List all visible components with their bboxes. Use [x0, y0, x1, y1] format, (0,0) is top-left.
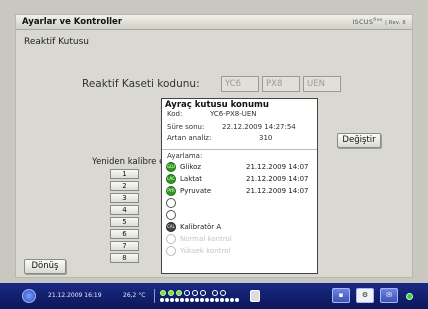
cassette-info-box: Ayraç kutusu konumu Kod: YC6-PX8-UEN Sür…	[161, 98, 318, 274]
reagent-row: CAL Kalibratör A	[166, 222, 316, 232]
sample-dot-icon	[210, 298, 214, 302]
info-code-value: YC6-PX8-UEN	[210, 110, 257, 118]
reagent-date: 21.12.2009 14:07	[246, 175, 309, 183]
change-button[interactable]: Değiştir	[337, 133, 381, 148]
reagent-status-icon	[166, 246, 176, 256]
reagent-status-icon	[166, 234, 176, 244]
window-title: Ayarlar ve Kontroller	[22, 17, 123, 27]
sample-dot-icon	[220, 298, 224, 302]
tray-slot-icon	[212, 290, 218, 296]
reagent-row: PYR Pyruvate 21.12.2009 14:07	[166, 186, 316, 196]
section-title: Reaktif Kutusu	[24, 37, 89, 47]
title-bar: Ayarlar ve Kontroller ISCUSflex | Rev. 6	[16, 15, 412, 30]
cassette-code-field-3[interactable]: UEN	[303, 76, 341, 92]
reagent-date: 21.12.2009 14:07	[246, 163, 309, 171]
reagent-status-icon: GLU	[166, 162, 176, 172]
sample-dot-icon	[215, 298, 219, 302]
recalibrate-button-4[interactable]: 4	[110, 205, 139, 215]
sample-dot-icon	[205, 298, 209, 302]
cassette-code-field-1[interactable]: YC6	[221, 76, 259, 92]
message-icon[interactable]: ✉	[380, 288, 398, 303]
sample-dot-icon	[185, 298, 189, 302]
reagent-status-icon: PYR	[166, 186, 176, 196]
tray-slot-icon	[200, 290, 206, 296]
reagent-row: Yüksek kontrol	[166, 246, 316, 256]
sample-dot-icon	[230, 298, 234, 302]
info-divider	[162, 149, 317, 150]
gear-icon[interactable]: ⚙	[356, 288, 374, 303]
sample-dot-icon	[225, 298, 229, 302]
recalibrate-label: Yeniden kalibre et	[92, 157, 168, 167]
reagent-status-icon: CAL	[166, 222, 176, 232]
reagent-date: 21.12.2009 14:07	[246, 187, 309, 195]
recalibrate-button-3[interactable]: 3	[110, 193, 139, 203]
reagent-row	[166, 210, 316, 220]
reagent-name: Laktat	[180, 175, 203, 183]
reagent-name: Glikoz	[180, 163, 202, 171]
app-root: Ayarlar ve Kontroller ISCUSflex | Rev. 6…	[0, 0, 428, 309]
sample-dot-icon	[160, 298, 164, 302]
tray-slot-icon	[176, 290, 182, 296]
recalibrate-button-8[interactable]: 8	[110, 253, 139, 263]
tray-slot-icon	[160, 290, 166, 296]
sample-dot-icon	[200, 298, 204, 302]
tray-slot-icon	[192, 290, 198, 296]
sample-dot-icon	[170, 298, 174, 302]
reagent-status-icon: LAC	[166, 174, 176, 184]
settings-panel: Ayarlar ve Kontroller ISCUSflex | Rev. 6…	[15, 14, 413, 278]
cassette-code-field-2[interactable]: PX8	[262, 76, 300, 92]
recalibrate-button-1[interactable]: 1	[110, 169, 139, 179]
sample-dot-icon	[195, 298, 199, 302]
info-title: Ayraç kutusu konumu	[165, 100, 269, 110]
recalibrate-button-2[interactable]: 2	[110, 181, 139, 191]
print-icon[interactable]: ▪	[332, 288, 350, 303]
reagent-name: Normal kontrol	[180, 235, 232, 243]
sample-dot-icon	[235, 298, 239, 302]
cassette-code-label: Reaktif Kaseti kodunu:	[82, 78, 200, 90]
info-expiry-value: 22.12.2009 14:27:54	[222, 123, 296, 131]
sample-dot-icon	[165, 298, 169, 302]
back-button[interactable]: Dönüş	[24, 259, 66, 274]
info-remaining-value: 310	[259, 134, 273, 142]
taskbar-separator	[154, 289, 155, 303]
reagent-row: GLU Glikoz 21.12.2009 14:07	[166, 162, 316, 172]
info-code-label: Kod:	[167, 110, 183, 118]
reagent-name: Yüksek kontrol	[180, 247, 231, 255]
tray-slot-icon	[184, 290, 190, 296]
sample-dot-icon	[180, 298, 184, 302]
reagent-row: LAC Laktat 21.12.2009 14:07	[166, 174, 316, 184]
recalibrate-button-6[interactable]: 6	[110, 229, 139, 239]
info-expiry-label: Süre sonu:	[167, 123, 205, 131]
sample-dot-icon	[190, 298, 194, 302]
tray-slot-icon	[168, 290, 174, 296]
adjustments-label: Ayarlama:	[167, 152, 203, 160]
reagent-row	[166, 198, 316, 208]
reagent-row: Normal kontrol	[166, 234, 316, 244]
recalibrate-button-7[interactable]: 7	[110, 241, 139, 251]
reagent-name: Pyruvate	[180, 187, 212, 195]
taskbar-datetime: 21.12.2009 16:19	[48, 292, 102, 299]
reagent-name: Kalibratör A	[180, 223, 222, 231]
sample-dot-icon	[175, 298, 179, 302]
recalibrate-button-5[interactable]: 5	[110, 217, 139, 227]
brand-logo: ISCUSflex | Rev. 6	[352, 18, 406, 27]
status-led-icon	[406, 293, 413, 300]
reagent-status-icon	[166, 198, 176, 208]
power-icon[interactable]	[22, 289, 36, 303]
taskbar: 21.12.2009 16:19 26,2 °C ▪ ⚙ ✉	[0, 283, 428, 309]
info-remaining-label: Artan analiz:	[167, 134, 212, 142]
tray-slot-icon	[220, 290, 226, 296]
keyboard-icon[interactable]	[250, 290, 260, 302]
reagent-status-icon	[166, 210, 176, 220]
taskbar-temperature: 26,2 °C	[123, 292, 146, 299]
